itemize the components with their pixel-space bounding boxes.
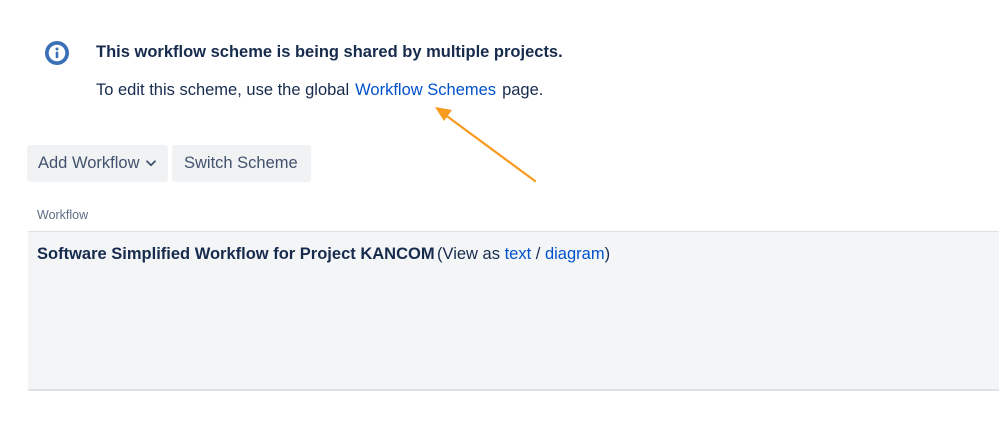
table-row: Software Simplified Workflow for Project… bbox=[28, 231, 999, 391]
view-as-suffix: ) bbox=[604, 245, 611, 263]
message-title: This workflow scheme is being shared by … bbox=[96, 43, 563, 61]
workflow-name: Software Simplified Workflow for Project… bbox=[37, 245, 435, 263]
message-text-before: To edit this scheme, use the global bbox=[96, 81, 350, 99]
switch-scheme-button[interactable]: Switch Scheme bbox=[172, 145, 311, 182]
add-workflow-button[interactable]: Add Workflow bbox=[27, 145, 168, 182]
info-icon bbox=[45, 41, 69, 65]
column-header-workflow: Workflow bbox=[37, 208, 89, 222]
view-as-text-link[interactable]: text bbox=[505, 245, 532, 263]
view-as-prefix: (View as bbox=[437, 245, 500, 263]
switch-scheme-label: Switch Scheme bbox=[184, 154, 298, 172]
workflow-schemes-link[interactable]: Workflow Schemes bbox=[355, 81, 496, 99]
message-body: To edit this scheme, use the global Workf… bbox=[96, 81, 543, 100]
add-workflow-label: Add Workflow bbox=[38, 154, 140, 172]
view-as: (View as text / diagram) bbox=[437, 245, 610, 264]
view-as-diagram-link[interactable]: diagram bbox=[545, 245, 605, 263]
view-as-separator: / bbox=[535, 245, 541, 263]
chevron-down-icon bbox=[146, 160, 157, 167]
message-text-after: page. bbox=[502, 81, 544, 99]
